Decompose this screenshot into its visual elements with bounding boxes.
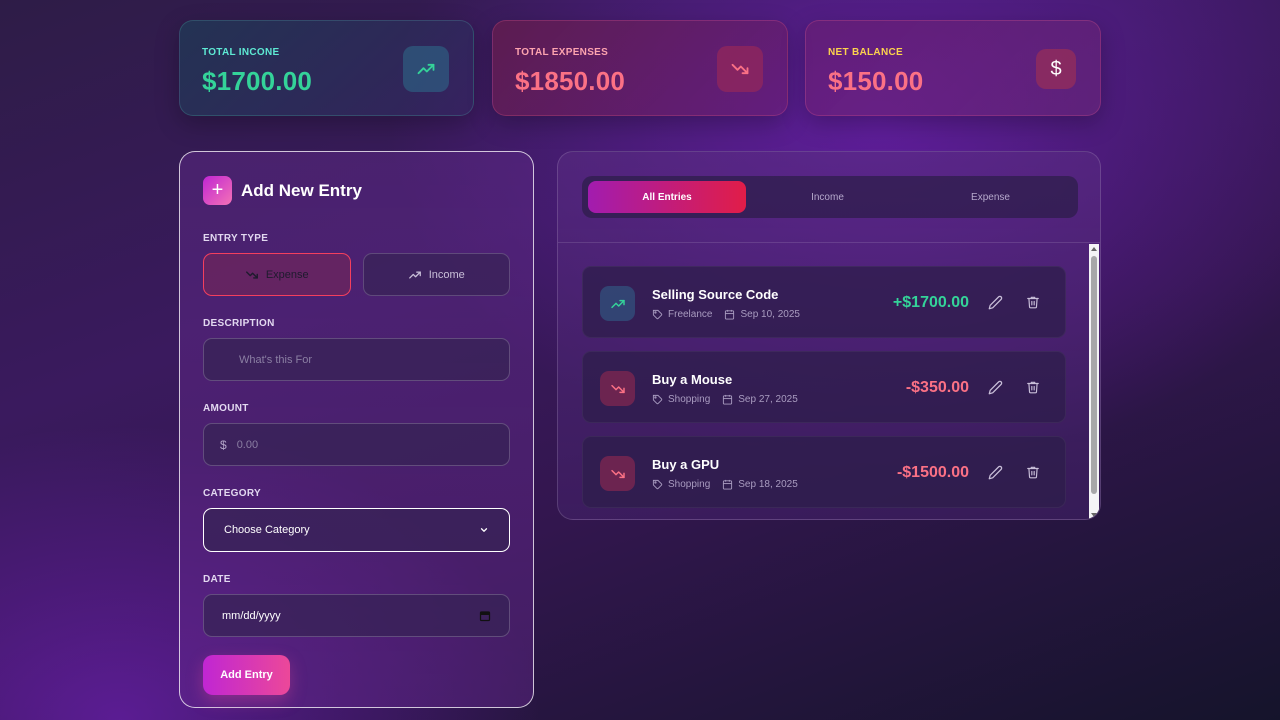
add-entry-form: + Add New Entry ENTRY TYPE Expense Incom… [179,151,534,708]
amount-input[interactable]: $ 0.00 [203,423,510,466]
entry-date: Sep 10, 2025 [740,309,800,320]
entry-amount: -$350.00 [905,379,969,396]
tag-icon [652,479,663,490]
entries-scrollbar[interactable] [1089,244,1099,519]
calendar-icon [725,309,735,320]
net-balance-card: NET BALANCE $150.00 $ [805,20,1101,116]
trash-icon[interactable] [1025,464,1041,480]
expense-type-label: Expense [265,268,309,281]
entry-date: Sep 27, 2025 [738,394,798,405]
scrollbar-thumb[interactable] [1091,256,1097,494]
scroll-down-icon[interactable] [1091,513,1097,517]
tag-icon [652,394,663,405]
tab-expense[interactable]: Expense [909,181,1072,213]
entry-category: Freelance [668,309,713,320]
dollar-prefix-icon: $ [220,437,227,452]
total-income-card: TOTAL INCONE $1700.00 [179,20,474,116]
income-type-button[interactable]: Income [362,253,510,296]
trash-icon[interactable] [1025,294,1041,310]
dollar-icon: $ [1036,49,1076,89]
trending-down-icon [600,456,635,491]
entry-type-toggle: Expense Income [203,253,510,296]
trending-down-icon [600,371,635,406]
description-placeholder: What's this For [239,353,313,366]
entry-amount: -$1500.00 [896,464,969,481]
plus-icon: + [203,176,232,205]
tag-icon [652,309,663,320]
form-header: + Add New Entry [203,176,510,205]
entry-meta: Shopping Sep 27, 2025 [652,394,798,405]
trending-down-icon [717,46,763,92]
category-selected-value: Choose Category [224,524,310,536]
entry-title: Selling Source Code [652,287,779,302]
entry-category: Shopping [668,479,711,490]
entry-date: Sep 18, 2025 [738,479,798,490]
trending-up-icon [600,286,635,321]
expense-type-button[interactable]: Expense [203,253,351,296]
tab-income[interactable]: Income [746,181,909,213]
date-label: DATE [203,574,231,585]
pencil-icon[interactable] [987,464,1003,480]
category-label: CATEGORY [203,488,261,499]
category-select[interactable]: Choose Category [203,508,510,552]
trending-up-icon [403,46,449,92]
calendar-icon [723,394,733,405]
entry-title: Buy a Mouse [652,372,733,387]
entry-amount: +$1700.00 [892,294,969,311]
chevron-down-icon [480,528,488,532]
list-item: Buy a GPU Shopping Sep 18, 2025 -$1500.0… [582,436,1066,508]
trending-up-icon [408,270,421,279]
entry-filter-tabs: All Entries Income Expense [582,176,1078,218]
form-title: Add New Entry [241,180,362,200]
entries-panel: All Entries Income Expense Selling Sourc… [557,151,1101,520]
amount-placeholder: 0.00 [236,438,259,451]
add-entry-button[interactable]: Add Entry [203,655,290,695]
divider [558,242,1100,243]
list-item: Buy a Mouse Shopping Sep 27, 2025 -$350.… [582,351,1066,423]
pencil-icon[interactable] [987,379,1003,395]
list-item: Selling Source Code Freelance Sep 10, 20… [582,266,1066,338]
scroll-up-icon[interactable] [1091,247,1097,251]
description-label: DESCRIPTION [203,318,275,329]
entry-meta: Shopping Sep 18, 2025 [652,479,798,490]
amount-label: AMOUNT [203,403,249,414]
date-placeholder: mm/dd/yyyy [222,609,281,622]
income-type-label: Income [428,268,465,281]
calendar-icon[interactable] [479,610,491,622]
entry-meta: Freelance Sep 10, 2025 [652,309,800,320]
pencil-icon[interactable] [987,294,1003,310]
trash-icon[interactable] [1025,379,1041,395]
entry-category: Shopping [668,394,711,405]
tab-all-entries[interactable]: All Entries [588,181,746,213]
description-input[interactable]: What's this For [203,338,510,381]
calendar-icon [723,479,733,490]
total-expenses-card: TOTAL EXPENSES $1850.00 [492,20,788,116]
date-input[interactable]: mm/dd/yyyy [203,594,510,637]
entry-type-label: ENTRY TYPE [203,233,269,244]
entry-title: Buy a GPU [652,457,720,472]
trending-down-icon [245,270,258,279]
